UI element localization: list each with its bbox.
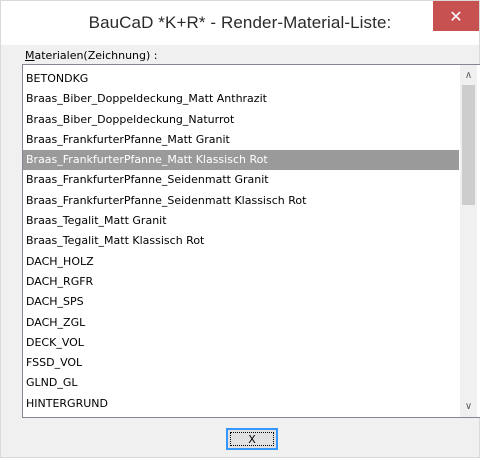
list-item[interactable]: KAMIN_ABD [23,414,459,417]
list-item[interactable]: Braas_Tegalit_Matt Granit [23,211,459,231]
label-accelerator: M [25,49,35,62]
window-title: BauCaD *K+R* - Render-Material-Liste: [88,13,392,32]
list-item[interactable]: Braas_FrankfurterPfanne_Seidenmatt Grani… [23,170,459,190]
list-item[interactable]: GLND_GL [23,373,459,393]
list-item[interactable]: HINTERGRUND [23,394,459,414]
dialog-window: BauCaD *K+R* - Render-Material-Liste: ✕ … [0,0,480,458]
x-button[interactable]: X [226,428,278,450]
label-text: aterialen(Zeichnung) : [34,49,158,62]
materials-listbox[interactable]: BETONDKG Braas_Biber_Doppeldeckung_Matt A… [22,64,480,418]
list-item[interactable]: BETONDKG [23,69,459,89]
scrollbar-thumb[interactable] [462,85,475,205]
materials-list-label: Materialen(Zeichnung) : [25,49,158,62]
list-item[interactable]: Braas_FrankfurterPfanne_Matt Klassisch R… [23,150,459,171]
list-item[interactable]: DACH_RGFR [23,272,459,292]
list-item[interactable]: Braas_Biber_Doppeldeckung_Naturrot [23,110,459,130]
list-item[interactable]: DACH_ZGL [23,313,459,333]
close-button[interactable]: ✕ [433,1,479,31]
list-item[interactable]: Braas_FrankfurterPfanne_Matt Granit [23,130,459,150]
materials-list-items: BETONDKG Braas_Biber_Doppeldeckung_Matt A… [23,69,459,417]
list-item[interactable]: DACH_SPS [23,292,459,312]
vertical-scrollbar[interactable]: ∧ ∨ [460,65,477,417]
scroll-up-arrow-icon[interactable]: ∧ [460,67,477,84]
list-item[interactable]: DACH_HOLZ [23,252,459,272]
list-item[interactable]: Braas_FrankfurterPfanne_Seidenmatt Klass… [23,191,459,211]
list-item[interactable]: FSSD_VOL [23,353,459,373]
close-icon: ✕ [449,6,463,26]
list-item[interactable]: Braas_Tegalit_Matt Klassisch Rot [23,231,459,251]
focus-ring [230,432,274,446]
scroll-down-arrow-icon[interactable]: ∨ [460,398,477,415]
list-item[interactable]: Braas_Biber_Doppeldeckung_Matt Anthrazit [23,89,459,109]
list-item[interactable]: DECK_VOL [23,333,459,353]
title-bar: BauCaD *K+R* - Render-Material-Liste: ✕ [1,1,479,45]
